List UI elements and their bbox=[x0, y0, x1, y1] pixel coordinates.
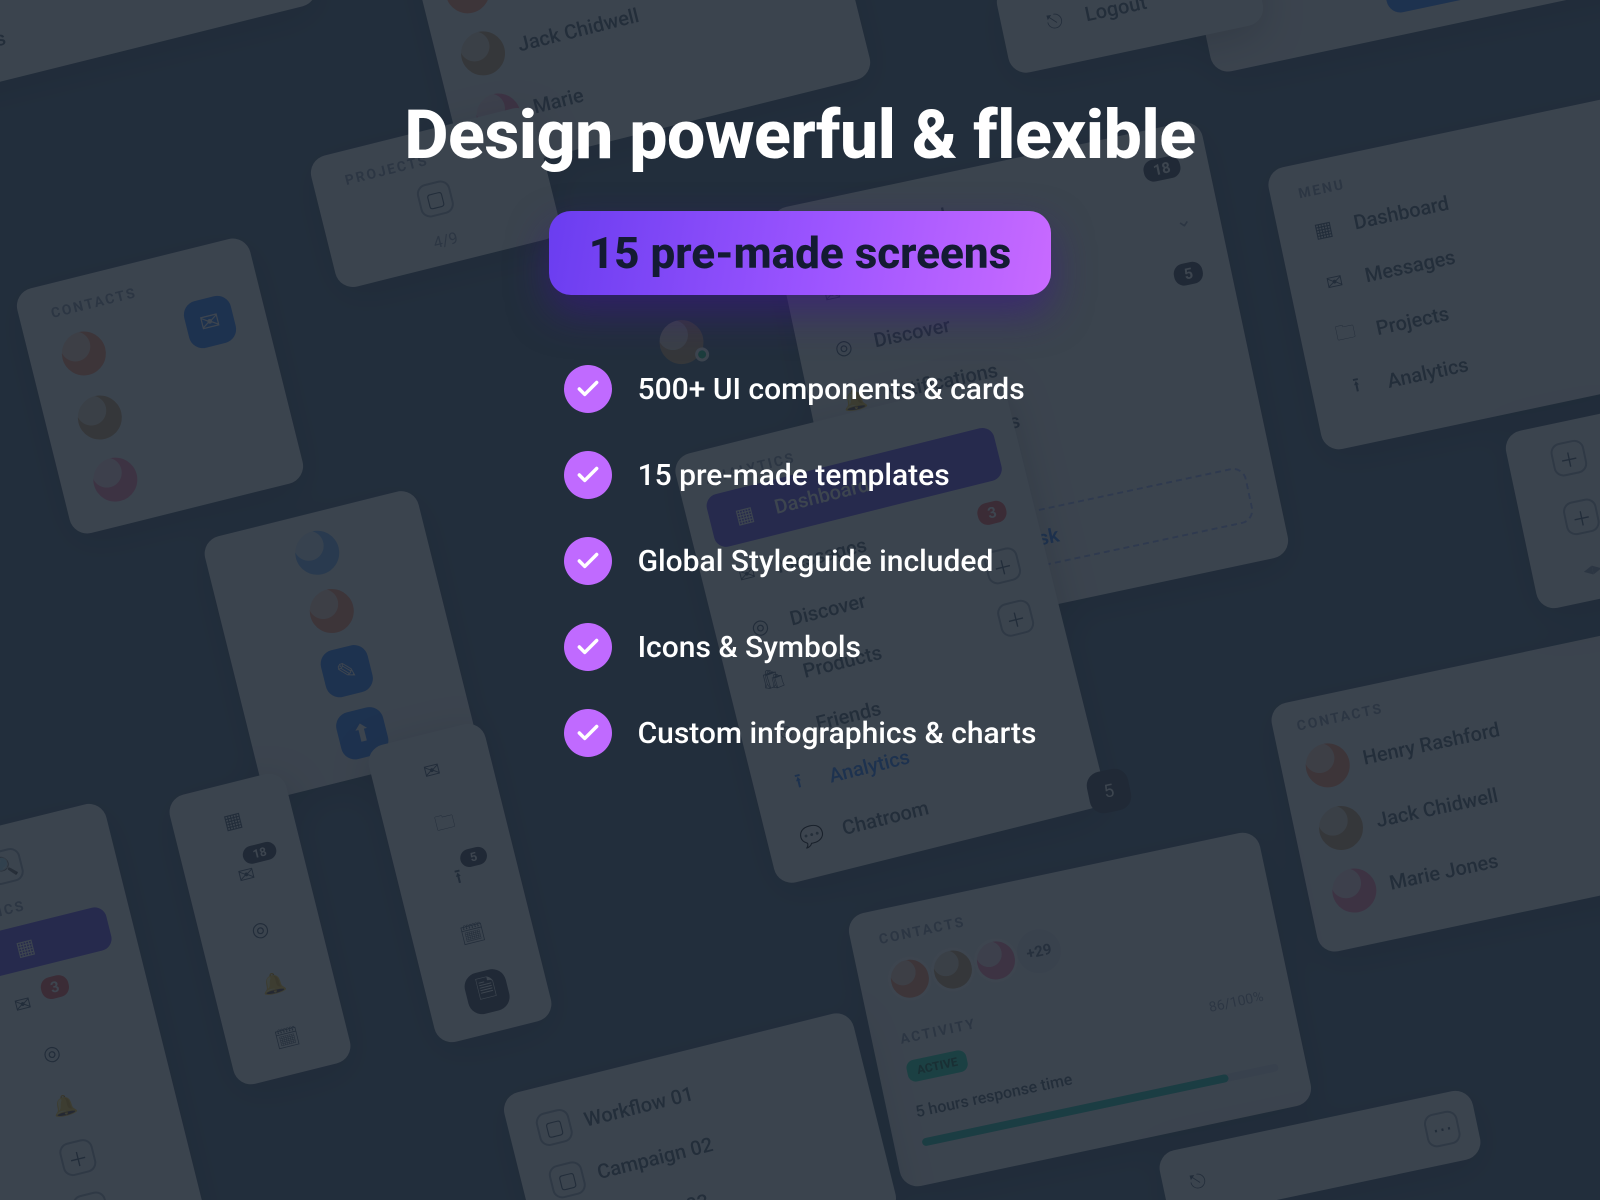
feature-list: 500+ UI components & cards 15 pre-made t… bbox=[564, 365, 1037, 757]
feature-item: Global Styleguide included bbox=[564, 537, 994, 585]
feature-item: 500+ UI components & cards bbox=[564, 365, 1025, 413]
feature-label: Global Styleguide included bbox=[638, 544, 994, 579]
feature-item: 15 pre-made templates bbox=[564, 451, 950, 499]
feature-label: 500+ UI components & cards bbox=[638, 372, 1025, 407]
check-icon bbox=[564, 365, 612, 413]
hero-sub-pill: 15 pre-made screens bbox=[549, 211, 1051, 295]
feature-label: Icons & Symbols bbox=[638, 630, 861, 665]
check-icon bbox=[564, 623, 612, 671]
feature-item: Icons & Symbols bbox=[564, 623, 861, 671]
check-icon bbox=[564, 537, 612, 585]
feature-label: 15 pre-made templates bbox=[638, 458, 950, 493]
feature-item: Custom infographics & charts bbox=[564, 709, 1037, 757]
hero-headline: Design powerful & flexible bbox=[404, 95, 1195, 175]
check-icon bbox=[564, 709, 612, 757]
check-icon bbox=[564, 451, 612, 499]
feature-label: Custom infographics & charts bbox=[638, 716, 1037, 751]
hero-section: Design powerful & flexible 15 pre-made s… bbox=[0, 0, 1600, 1200]
